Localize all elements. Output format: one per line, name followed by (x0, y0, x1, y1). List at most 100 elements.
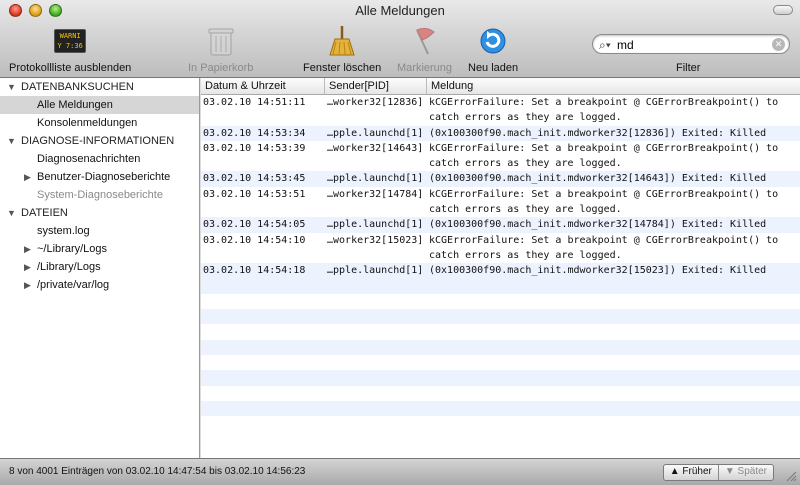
empty-row (201, 416, 800, 431)
sidebar-item-label: Konsolenmeldungen (37, 117, 138, 129)
sidebar-item-console-messages[interactable]: Konsolenmeldungen (0, 114, 199, 132)
toolbar: Alle Meldungen WARNI Y 7:36 Protokolllis… (0, 0, 800, 78)
cell-message: kCGErrorFailure: Set a breakpoint @ CGEr… (427, 141, 799, 172)
earlier-button[interactable]: ▲ Früher (664, 465, 718, 480)
hide-log-list-label: Protokollliste ausblenden (9, 62, 132, 74)
disclosure-closed-icon[interactable]: ▶ (24, 276, 31, 294)
sidebar-item-system-diagnostic-reports[interactable]: System-Diagnoseberichte (0, 186, 199, 204)
reload-button[interactable]: Neu laden (468, 24, 518, 74)
table-row[interactable]: 03.02.10 14:53:51 …worker32[14784] kCGEr… (201, 187, 800, 218)
later-button[interactable]: ▼ Später (717, 465, 773, 480)
clear-window-button[interactable]: Fenster löschen (303, 24, 381, 74)
message-line: (0x100300f90.mach_init.mdworker32[14643]… (429, 173, 767, 185)
table-row[interactable]: 03.02.10 14:53:45 …pple.launchd[1] (0x10… (201, 171, 800, 187)
cell-date: 03.02.10 14:53:34 (203, 127, 306, 139)
search-icon[interactable]: ⌕▾ (599, 38, 611, 53)
cell-date: 03.02.10 14:53:45 (203, 173, 306, 185)
cell-sender: …pple.launchd[1] (327, 219, 424, 231)
table-row[interactable]: 03.02.10 14:54:18 …pple.launchd[1] (0x10… (201, 263, 800, 279)
sidebar-item-private-var-log[interactable]: ▶ /private/var/log (0, 276, 199, 294)
marker-label: Markierung (397, 62, 453, 74)
table-row[interactable]: 03.02.10 14:54:05 …pple.launchd[1] (0x10… (201, 217, 800, 233)
sidebar-item-library-logs[interactable]: ▶ /Library/Logs (0, 258, 199, 276)
sidebar-item-label: Diagnosenachrichten (37, 153, 141, 165)
column-header-sender[interactable]: Sender[PID] (325, 78, 427, 95)
hide-log-list-button[interactable]: WARNI Y 7:36 Protokollliste ausblenden (9, 24, 131, 74)
warning-icon-text-1: WARNI (59, 32, 81, 40)
window-title: Alle Meldungen (355, 3, 445, 18)
log-warning-icon: WARNI Y 7:36 (53, 24, 87, 58)
disclosure-open-icon[interactable]: ▼ (7, 204, 16, 222)
sidebar-item-user-diagnostic-reports[interactable]: ▶ Benutzer-Diagnoseberichte (0, 168, 199, 186)
cell-message: (0x100300f90.mach_init.mdworker32[14784]… (427, 217, 799, 232)
sidebar-item-label: /private/var/log (37, 279, 110, 291)
arrow-up-icon: ▲ (669, 466, 680, 477)
entry-count-status: 8 von 4001 Einträgen von 03.02.10 14:47:… (9, 466, 306, 477)
cell-sender: …worker32[15023] (327, 234, 424, 246)
sidebar-item-all-messages[interactable]: Alle Meldungen (0, 96, 199, 114)
reload-icon (476, 24, 510, 58)
sidebar-item-user-library-logs[interactable]: ▶ ~/Library/Logs (0, 240, 199, 258)
message-line: (0x100300f90.mach_init.mdworker32[15023]… (429, 265, 767, 277)
table-row[interactable]: 03.02.10 14:51:11 …worker32[12836] kCGEr… (201, 95, 800, 126)
disclosure-closed-icon[interactable]: ▶ (24, 258, 31, 276)
cell-sender: …worker32[14643] (327, 142, 424, 154)
marker-button[interactable]: Markierung (397, 24, 452, 74)
disclosure-open-icon[interactable]: ▼ (7, 132, 16, 150)
cell-sender: …worker32[12836] (327, 97, 424, 108)
resize-grip-icon[interactable] (785, 470, 797, 482)
trash-icon (204, 24, 238, 58)
cell-message: kCGErrorFailure: Set a breakpoint @ CGEr… (427, 233, 799, 264)
cell-sender: …pple.launchd[1] (327, 265, 424, 277)
clear-search-icon[interactable]: ✕ (772, 38, 785, 51)
empty-row (201, 370, 800, 386)
empty-row (201, 309, 800, 325)
section-diagnostic-information[interactable]: ▼ DIAGNOSE-INFORMATIONEN (0, 132, 199, 150)
empty-row-stripes (201, 278, 800, 432)
sidebar-item-diagnostic-messages[interactable]: Diagnosenachrichten (0, 150, 199, 168)
table-row[interactable]: 03.02.10 14:53:34 …pple.launchd[1] (0x10… (201, 125, 800, 141)
table-row[interactable]: 03.02.10 14:54:10 …worker32[15023] kCGEr… (201, 233, 800, 264)
move-to-trash-label: In Papierkorb (188, 62, 254, 74)
broom-icon (325, 24, 359, 58)
section-database-searches[interactable]: ▼ DATENBANKSUCHEN (0, 78, 199, 96)
column-header-message[interactable]: Meldung (427, 78, 799, 95)
column-header-date[interactable]: Datum & Uhrzeit (201, 78, 325, 95)
section-label: DIAGNOSE-INFORMATIONEN (21, 135, 175, 147)
status-bar: 8 von 4001 Einträgen von 03.02.10 14:47:… (0, 458, 800, 485)
toolbar-toggle-button[interactable] (773, 5, 793, 15)
earlier-label: Früher (682, 466, 712, 477)
log-table: Datum & Uhrzeit Sender[PID] Meldung 03.0… (201, 78, 800, 458)
sidebar-item-system-log[interactable]: system.log (0, 222, 199, 240)
cell-message: (0x100300f90.mach_init.mdworker32[15023]… (427, 263, 799, 278)
cell-date: 03.02.10 14:51:11 (203, 97, 306, 108)
empty-row (201, 355, 800, 370)
disclosure-closed-icon[interactable]: ▶ (24, 240, 31, 258)
search-input[interactable] (617, 37, 767, 52)
cell-message: (0x100300f90.mach_init.mdworker32[14643]… (427, 171, 799, 186)
flag-icon (408, 24, 442, 58)
search-field[interactable]: ⌕▾ ✕ (592, 34, 790, 54)
disclosure-open-icon[interactable]: ▼ (7, 78, 16, 96)
cell-date: 03.02.10 14:53:39 (203, 142, 306, 154)
sidebar-item-label: Alle Meldungen (37, 99, 113, 111)
empty-row (201, 294, 800, 309)
empty-row (201, 324, 800, 339)
table-body: 03.02.10 14:51:11 …worker32[12836] kCGEr… (201, 95, 800, 279)
message-line: kCGErrorFailure: Set a breakpoint @ CGEr… (429, 97, 779, 108)
message-line: kCGErrorFailure: Set a breakpoint @ CGEr… (429, 234, 779, 246)
reload-label: Neu laden (468, 62, 519, 74)
empty-row (201, 400, 800, 417)
cell-message: kCGErrorFailure: Set a breakpoint @ CGEr… (427, 187, 799, 218)
message-line: catch errors as they are logged. (429, 249, 622, 261)
empty-row (201, 386, 800, 401)
move-to-trash-button[interactable]: In Papierkorb (188, 24, 253, 74)
table-row[interactable]: 03.02.10 14:53:39 …worker32[14643] kCGEr… (201, 141, 800, 172)
message-line: (0x100300f90.mach_init.mdworker32[12836]… (429, 127, 767, 139)
section-files[interactable]: ▼ DATEIEN (0, 204, 199, 222)
cell-date: 03.02.10 14:54:05 (203, 219, 306, 231)
disclosure-closed-icon[interactable]: ▶ (24, 168, 31, 186)
cell-message: (0x100300f90.mach_init.mdworker32[12836]… (427, 126, 799, 141)
message-line: kCGErrorFailure: Set a breakpoint @ CGEr… (429, 188, 779, 200)
message-line: kCGErrorFailure: Set a breakpoint @ CGEr… (429, 142, 779, 154)
